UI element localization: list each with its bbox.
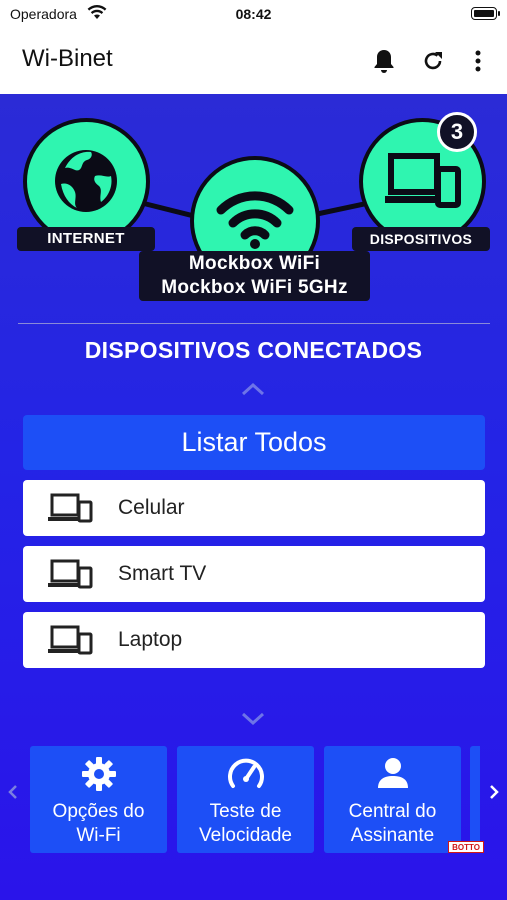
- wifi-networks-label: Mockbox WiFi Mockbox WiFi 5GHz: [139, 251, 370, 301]
- shortcut-label-line: Central do: [348, 801, 437, 822]
- more-vert-icon: [475, 50, 481, 72]
- scroll-down-button[interactable]: [240, 712, 266, 731]
- internet-node[interactable]: [23, 118, 150, 245]
- devices-icon: [48, 559, 93, 589]
- shortcut-label: Opções do Wi-Fi: [30, 800, 167, 848]
- status-bar: Operadora 08:42: [0, 0, 507, 30]
- gear-icon: [81, 757, 116, 791]
- battery-icon: [471, 7, 500, 20]
- section-title: DISPOSITIVOS CONECTADOS: [84, 337, 423, 363]
- carousel-prev-button[interactable]: [8, 784, 18, 805]
- chevron-left-icon: [8, 785, 17, 799]
- wifi-network-name: Mockbox WiFi 5GHz: [161, 277, 348, 298]
- shortcut-label: Teste de Velocidade: [177, 800, 314, 848]
- globe-icon: [55, 150, 117, 212]
- internet-label: INTERNET: [17, 227, 155, 251]
- device-list-item[interactable]: Laptop: [23, 612, 485, 668]
- devices-icon: [385, 153, 461, 208]
- refresh-icon: [424, 52, 442, 70]
- shortcut-label-line: Assinante: [350, 825, 435, 846]
- shortcut-label-line: Teste de: [209, 801, 282, 822]
- next-shortcut-peek[interactable]: [470, 746, 480, 853]
- shortcut-label: Central do Assinante: [324, 800, 461, 848]
- devices-icon: [48, 493, 93, 523]
- shortcut-label-line: Opções do: [52, 801, 145, 822]
- carousel-next-button[interactable]: [489, 784, 499, 805]
- chevron-down-icon: [241, 712, 265, 726]
- device-list-item[interactable]: Celular: [23, 480, 485, 536]
- more-options-button[interactable]: [463, 46, 493, 76]
- devices-count-badge: 3: [437, 112, 477, 152]
- main-area: INTERNET Mockbox WiFi Mockbox WiFi 5GHz …: [0, 94, 507, 900]
- notifications-button[interactable]: [369, 46, 399, 76]
- shortcut-label-line: Wi-Fi: [76, 825, 121, 846]
- watermark-badge: BOTTO: [448, 841, 484, 853]
- speed-test-button[interactable]: Teste de Velocidade: [177, 746, 314, 853]
- chevron-up-icon: [241, 382, 265, 396]
- speedometer-icon: [227, 758, 264, 788]
- bell-icon: [374, 50, 394, 73]
- scroll-up-button[interactable]: [240, 382, 266, 401]
- divider: [18, 323, 490, 324]
- chevron-right-icon: [490, 785, 499, 799]
- wifi-icon: [216, 191, 294, 249]
- app-bar: Wi-Binet: [0, 30, 507, 94]
- shortcut-label-line: Velocidade: [199, 825, 292, 846]
- device-label: Laptop: [118, 628, 183, 651]
- refresh-button[interactable]: [418, 46, 448, 76]
- device-list-item[interactable]: Smart TV: [23, 546, 485, 602]
- devices-icon: [48, 625, 93, 655]
- devices-label: DISPOSITIVOS: [352, 227, 490, 251]
- wifi-network-name: Mockbox WiFi: [188, 253, 321, 274]
- list-all-button[interactable]: Listar Todos: [23, 415, 485, 470]
- device-label: Smart TV: [118, 562, 207, 585]
- person-icon: [377, 758, 408, 788]
- app-title: Wi-Binet: [22, 45, 113, 72]
- clock: 08:42: [235, 6, 272, 22]
- device-label: Celular: [118, 496, 185, 519]
- subscriber-center-button[interactable]: Central do Assinante: [324, 746, 461, 853]
- wifi-options-button[interactable]: Opções do Wi-Fi: [30, 746, 167, 853]
